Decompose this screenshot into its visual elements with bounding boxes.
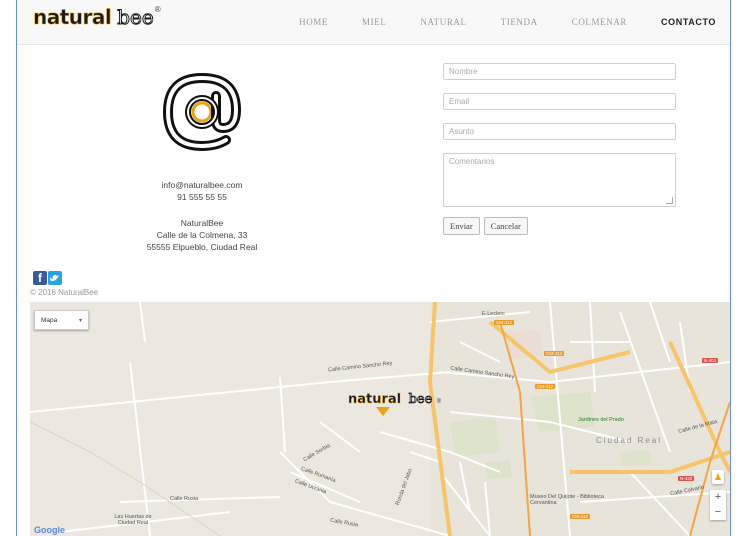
map-label-huertas: Las Huertas de Ciudad Real — [114, 514, 152, 526]
road-shield-cm412-b: CM-412 — [544, 351, 565, 356]
contact-info: info@naturalbee.com 91 555 55 55 Natural… — [107, 62, 297, 253]
comments-placeholder: Comentarios — [449, 157, 495, 166]
contact-form: Nombre Email Asunto Comentarios Enviar C… — [443, 63, 676, 235]
map-label-rusia-1: Calle Rusia — [170, 496, 199, 502]
main-menu: HOME MIEL NATURAL TIENDA COLMENAR CONTAC… — [265, 0, 716, 44]
nav-miel[interactable]: MIEL — [362, 17, 386, 27]
contact-email[interactable]: info@naturalbee.com — [107, 179, 297, 191]
at-sign-icon — [162, 72, 242, 152]
navbar: natural bee ® HOME MIEL NATURAL TIENDA C… — [17, 0, 730, 45]
logo-word-bee: bee — [117, 5, 154, 30]
road-shield-n401: N-401 — [702, 358, 719, 363]
street-view-pegman-icon[interactable]: ♟ — [712, 470, 724, 484]
google-logo[interactable]: Google — [34, 525, 65, 535]
marker-pointer-icon — [376, 407, 390, 416]
chevron-down-icon: ▾ — [78, 318, 82, 324]
nav-tienda[interactable]: TIENDA — [501, 17, 538, 27]
zoom-in-button[interactable]: + — [710, 490, 726, 505]
marker-word-natural: natural — [348, 392, 402, 407]
map-label-park: Jardines del Prado — [578, 417, 624, 423]
comments-textarea[interactable]: Comentarios — [443, 153, 676, 207]
nav-home[interactable]: HOME — [299, 17, 328, 27]
send-button[interactable]: Enviar — [443, 217, 480, 235]
road-shield-cm412-a: CM-412 — [494, 320, 515, 325]
map-roads — [30, 302, 730, 536]
marker-registered-mark: ® — [436, 399, 442, 405]
resize-grip-icon[interactable] — [666, 197, 673, 204]
map-marker[interactable]: natural bee ® — [348, 390, 441, 416]
copyright: © 2016 NaturalBee — [30, 288, 99, 297]
logo-word-natural: natural — [33, 5, 112, 30]
page: natural bee ® HOME MIEL NATURAL TIENDA C… — [16, 0, 731, 536]
road-shield-cm412-c: CM-412 — [535, 384, 556, 389]
road-shield-n420: N-420 — [678, 476, 695, 481]
form-buttons: Enviar Cancelar — [443, 217, 676, 235]
contact-address-line1: Calle de la Colmena, 33 — [156, 230, 248, 240]
map-type-select[interactable]: Mapa ▾ — [34, 310, 89, 330]
subject-field[interactable]: Asunto — [443, 123, 676, 140]
map-label-eleclerc: E.Leclerc — [482, 311, 505, 317]
nav-contacto[interactable]: CONTACTO — [661, 17, 716, 27]
contact-phone: 91 555 55 55 — [177, 192, 227, 202]
email-field[interactable]: Email — [443, 93, 676, 110]
map[interactable]: Mapa ▾ E.Leclerc Calle Camino Sancho Rey… — [30, 302, 730, 536]
twitter-icon[interactable] — [48, 271, 62, 285]
site-logo[interactable]: natural bee ® — [33, 5, 161, 31]
contact-company: NaturalBee — [180, 218, 224, 228]
social-links: f — [33, 271, 63, 285]
logo-registered-mark: ® — [154, 5, 161, 14]
map-type-label: Mapa — [41, 317, 58, 324]
map-label-museum: Museo Del Quijote - Biblioteca Cervantin… — [530, 494, 604, 506]
name-field[interactable]: Nombre — [443, 63, 676, 80]
marker-word-bee: bee — [408, 392, 433, 408]
facebook-icon[interactable]: f — [33, 271, 47, 285]
zoom-control: + − — [710, 490, 726, 520]
zoom-out-button[interactable]: − — [710, 505, 726, 520]
contact-address-line2: 55555 Elpueblo, Ciudad Real — [146, 242, 258, 252]
map-label-city: Ciudad Real — [596, 436, 663, 445]
nav-natural[interactable]: NATURAL — [420, 17, 466, 27]
road-shield-cm412-d: CM-412 — [570, 514, 591, 519]
cancel-button[interactable]: Cancelar — [483, 217, 528, 235]
nav-colmenar[interactable]: COLMENAR — [572, 17, 627, 27]
